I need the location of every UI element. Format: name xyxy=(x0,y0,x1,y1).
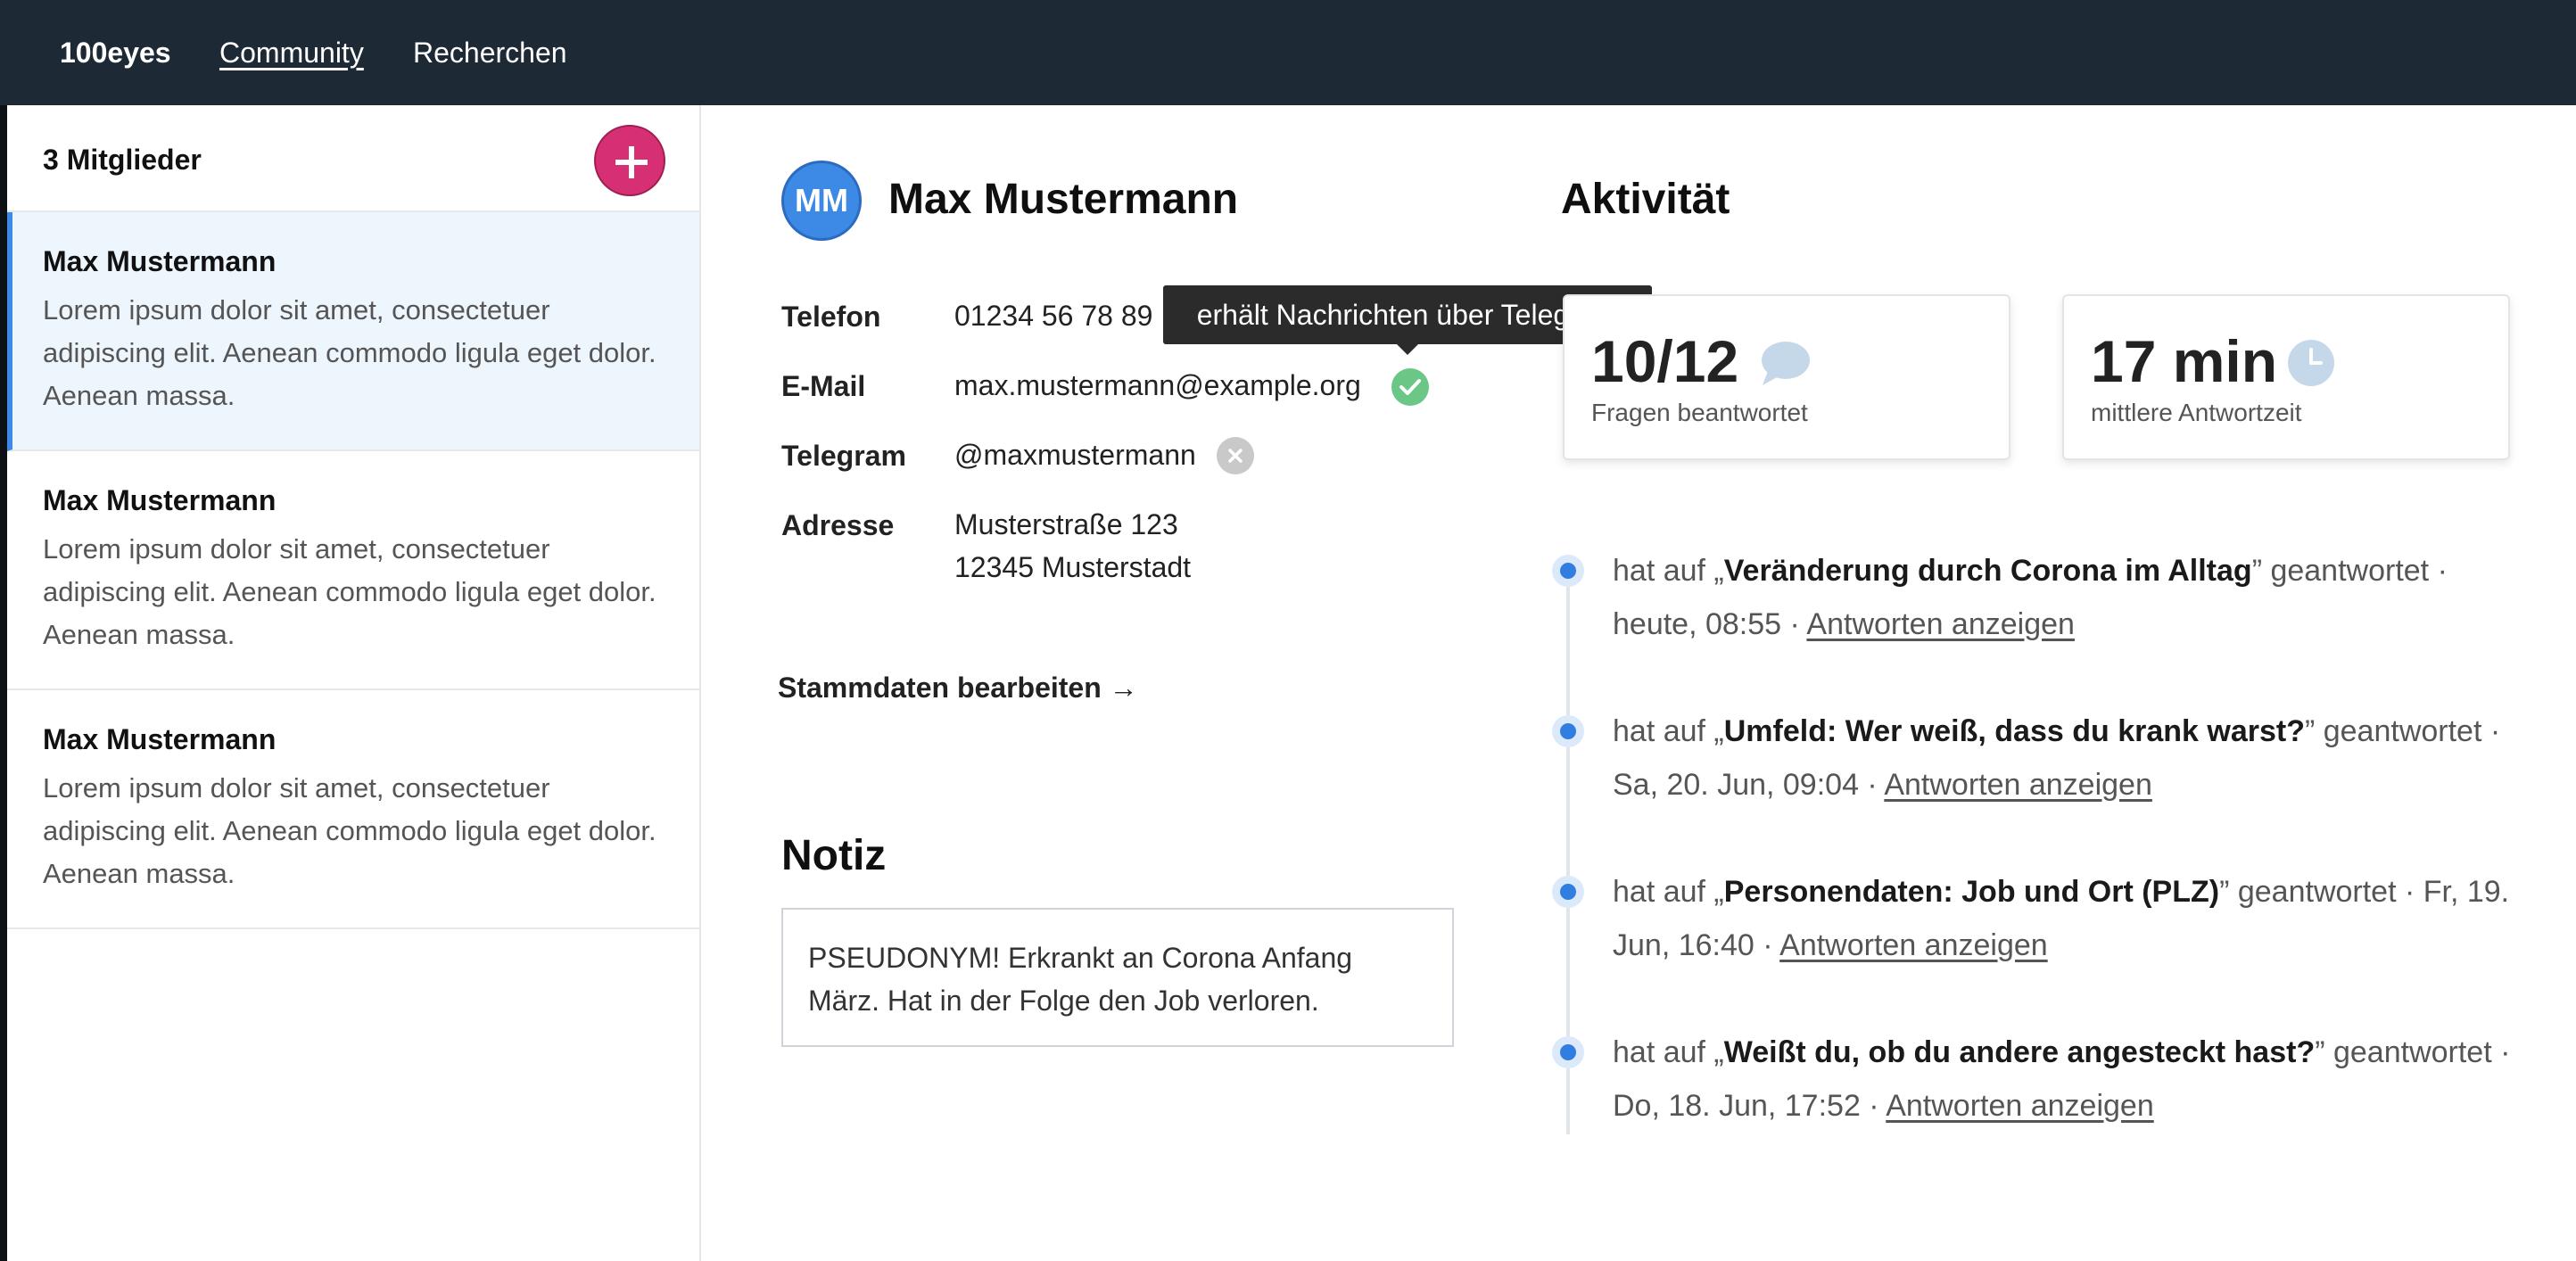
stat-label: Fragen beantwortet xyxy=(1591,399,1808,426)
stat-card-response-time: 17 min mittlere Antwortzeit xyxy=(2062,294,2510,460)
timeline-dot-icon xyxy=(1552,1036,1584,1068)
show-answers-link[interactable]: Antworten anzeigen xyxy=(1779,928,2048,962)
activity-item: hat auf „Veränderung durch Corona im All… xyxy=(1613,544,2519,651)
email-label: E-Mail xyxy=(781,370,866,402)
member-sidebar: 3 Mitglieder Max Mustermann Lorem ipsum … xyxy=(7,105,701,1261)
address-line1: Musterstraße 123 xyxy=(954,508,1178,540)
brand-logo[interactable]: 100eyes xyxy=(60,33,171,72)
check-icon[interactable] xyxy=(1391,368,1429,406)
activity-prefix: hat auf „ xyxy=(1613,714,1724,748)
tooltip-arrow xyxy=(1397,344,1418,355)
clock-icon xyxy=(2288,340,2334,386)
stat-label: mittlere Antwortzeit xyxy=(2091,399,2302,426)
plus-icon xyxy=(615,146,648,178)
telegram-label: Telegram xyxy=(781,440,906,472)
phone-label: Telefon xyxy=(781,301,881,333)
activity-question: Veränderung durch Corona im Alltag xyxy=(1723,554,2252,588)
member-name: Max Mustermann xyxy=(43,245,277,277)
notes-textbox[interactable]: PSEUDONYM! Erkrankt an Corona Anfang Mär… xyxy=(781,908,1454,1047)
sidebar-header: 3 Mitglieder xyxy=(7,105,701,212)
add-member-button[interactable] xyxy=(594,125,665,196)
window-edge xyxy=(0,0,7,1261)
member-name: Max Mustermann xyxy=(43,484,277,516)
show-answers-link[interactable]: Antworten anzeigen xyxy=(1886,1089,2154,1123)
address-line2: 12345 Musterstadt xyxy=(954,551,1192,583)
member-count: 3 Mitglieder xyxy=(43,144,202,176)
edit-profile-link[interactable]: Stammdaten bearbeiten → xyxy=(778,669,1138,706)
stat-value: 17 min xyxy=(2091,328,2278,394)
member-name: Max Mustermann xyxy=(43,723,277,755)
avatar: MM xyxy=(781,161,862,241)
member-list-item[interactable]: Max Mustermann Lorem ipsum dolor sit ame… xyxy=(7,690,699,929)
address-label: Adresse xyxy=(781,509,895,541)
activity-item: hat auf „Personendaten: Job und Ort (PLZ… xyxy=(1613,865,2519,972)
speech-bubble-icon xyxy=(1762,342,1810,385)
activity-title: Aktivität xyxy=(1561,176,1730,223)
email-value: max.mustermann@example.org xyxy=(954,369,1361,401)
notes-title: Notiz xyxy=(781,832,887,879)
close-icon[interactable] xyxy=(1217,437,1254,474)
activity-prefix: hat auf „ xyxy=(1613,875,1724,909)
timeline-dot-icon xyxy=(1552,876,1584,908)
member-description: Lorem ipsum dolor sit amet, consectetuer… xyxy=(43,294,656,411)
phone-value: 01234 56 78 89 xyxy=(954,300,1153,332)
activity-item: hat auf „Umfeld: Wer weiß, dass du krank… xyxy=(1613,705,2519,812)
timeline-dot-icon xyxy=(1552,715,1584,747)
member-list-item[interactable]: Max Mustermann Lorem ipsum dolor sit ame… xyxy=(7,451,699,690)
member-list-item[interactable]: Max Mustermann Lorem ipsum dolor sit ame… xyxy=(7,212,699,451)
member-description: Lorem ipsum dolor sit amet, consectetuer… xyxy=(43,533,656,650)
show-answers-link[interactable]: Antworten anzeigen xyxy=(1806,607,2075,641)
show-answers-link[interactable]: Antworten anzeigen xyxy=(1884,768,2152,802)
timeline-dot-icon xyxy=(1552,555,1584,587)
stat-card-answers: 10/12 Fragen beantwortet xyxy=(1563,294,2010,460)
nav-community[interactable]: Community xyxy=(219,33,364,72)
activity-prefix: hat auf „ xyxy=(1613,1035,1724,1069)
activity-prefix: hat auf „ xyxy=(1613,554,1724,588)
top-navigation: 100eyes Community Recherchen xyxy=(0,0,2576,105)
activity-item: hat auf „Weißt du, ob du andere angestec… xyxy=(1613,1026,2519,1133)
member-description: Lorem ipsum dolor sit amet, consectetuer… xyxy=(43,772,656,889)
telegram-value: @maxmustermann xyxy=(954,439,1196,471)
nav-recherchen[interactable]: Recherchen xyxy=(413,33,567,72)
activity-question: Umfeld: Wer weiß, dass du krank warst? xyxy=(1723,714,2305,748)
profile-name: Max Mustermann xyxy=(888,176,1239,223)
stat-value: 10/12 xyxy=(1591,328,1739,394)
activity-question: Personendaten: Job und Ort (PLZ) xyxy=(1723,875,2220,909)
activity-question: Weißt du, ob du andere angesteckt hast? xyxy=(1723,1035,2316,1069)
